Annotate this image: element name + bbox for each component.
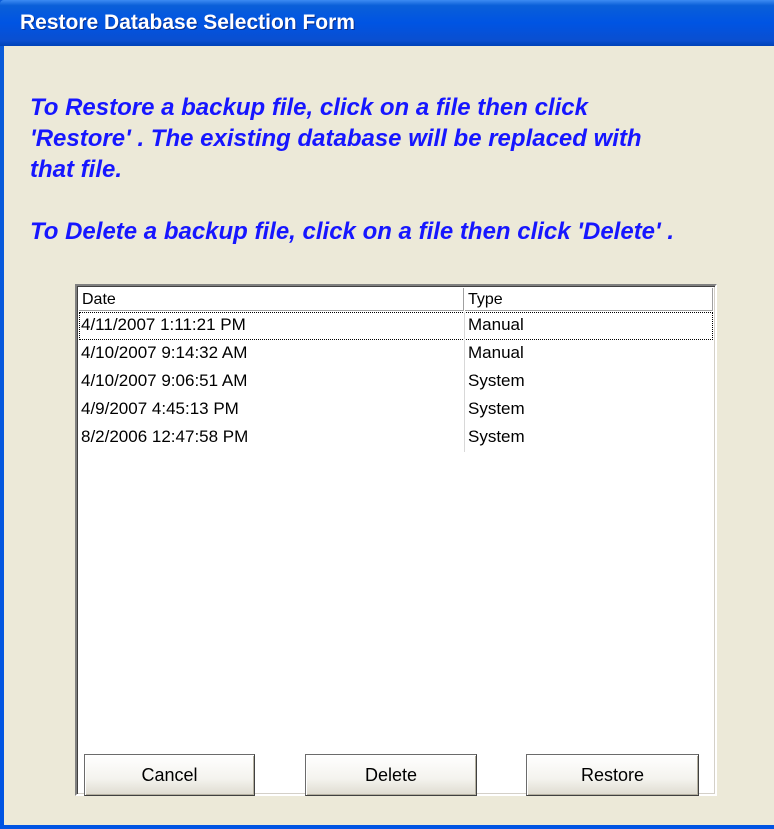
column-separator — [464, 368, 465, 396]
delete-button[interactable]: Delete — [305, 754, 477, 796]
list-item[interactable]: 4/10/2007 9:14:32 AM Manual — [79, 340, 713, 368]
restore-instruction-line-3: that file. — [30, 156, 123, 183]
form-client-area: To Restore a backup file, click on a fil… — [4, 46, 774, 825]
restore-button[interactable]: Restore — [526, 754, 699, 796]
cancel-button[interactable]: Cancel — [84, 754, 255, 796]
backup-type-cell: System — [468, 427, 525, 446]
backup-rows: 4/11/2007 1:11:21 PM Manual 4/10/2007 9:14… — [79, 312, 713, 452]
title-bar[interactable]: Restore Database Selection Form — [0, 0, 774, 46]
restore-instruction-line-1: To Restore a backup file, click on a fil… — [30, 94, 588, 121]
list-item[interactable]: 8/2/2006 12:47:58 PM System — [79, 424, 713, 452]
column-separator — [464, 312, 465, 340]
list-item[interactable]: 4/11/2007 1:11:21 PM Manual — [79, 312, 713, 340]
column-separator — [464, 340, 465, 368]
column-header-date[interactable]: Date — [79, 288, 464, 311]
backup-date-cell: 4/11/2007 1:11:21 PM — [81, 315, 246, 334]
instructions-text: To Restore a backup file, click on a fil… — [30, 92, 770, 247]
backup-type-cell: Manual — [468, 343, 524, 362]
restore-instruction-line-2: 'Restore' . The existing database will b… — [30, 125, 642, 152]
list-item[interactable]: 4/9/2007 4:45:13 PM System — [79, 396, 713, 424]
list-item[interactable]: 4/10/2007 9:06:51 AM System — [79, 368, 713, 396]
backup-type-cell: System — [468, 371, 525, 390]
backup-date-cell: 4/10/2007 9:06:51 AM — [81, 371, 248, 390]
backup-type-cell: Manual — [468, 315, 524, 334]
instruction-spacer — [30, 185, 770, 216]
delete-instruction: To Delete a backup file, click on a file… — [30, 218, 675, 245]
backup-type-cell: System — [468, 399, 525, 418]
column-separator — [464, 396, 465, 424]
list-header: Date Type — [79, 288, 713, 311]
restore-database-window: Restore Database Selection Form To Resto… — [0, 0, 774, 829]
column-header-type[interactable]: Type — [465, 288, 713, 311]
backup-date-cell: 4/9/2007 4:45:13 PM — [81, 399, 239, 418]
column-separator — [464, 424, 465, 452]
window-title: Restore Database Selection Form — [20, 11, 355, 34]
backup-date-cell: 8/2/2006 12:47:58 PM — [81, 427, 249, 446]
backup-date-cell: 4/10/2007 9:14:32 AM — [81, 343, 248, 362]
